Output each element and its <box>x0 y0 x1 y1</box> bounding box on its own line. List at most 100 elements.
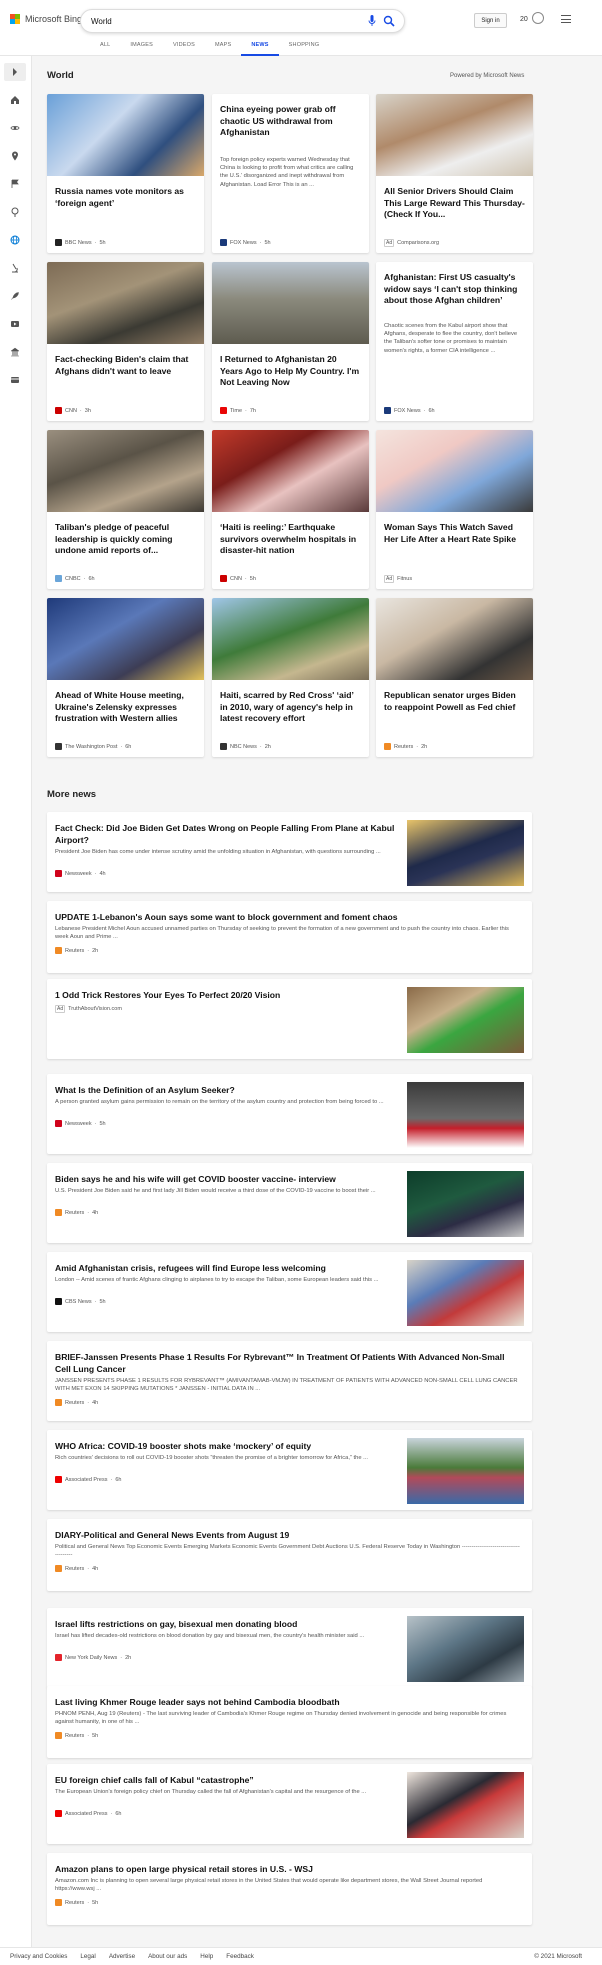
news-item-source[interactable]: New York Daily News · 2h <box>55 1654 131 1661</box>
tab-shopping[interactable]: SHOPPING <box>279 38 330 56</box>
news-card[interactable]: Afghanistan: First US casualty's widow s… <box>376 262 533 421</box>
news-item-title[interactable]: Amid Afghanistan crisis, refugees will f… <box>55 1262 400 1274</box>
news-card-title[interactable]: Ahead of White House meeting, Ukraine's … <box>55 690 196 725</box>
news-item-source[interactable]: Reuters · 4h <box>55 1565 98 1572</box>
flag-icon[interactable] <box>8 177 22 191</box>
news-card-title[interactable]: Woman Says This Watch Saved Her Life Aft… <box>384 522 525 545</box>
news-list-item[interactable]: DIARY-Political and General News Events … <box>47 1519 532 1591</box>
news-item-source[interactable]: Newsweek · 5h <box>55 1120 106 1127</box>
news-item-source[interactable]: CBS News · 5h <box>55 1298 106 1305</box>
search-icon[interactable] <box>383 15 395 27</box>
news-item-title[interactable]: BRIEF-Janssen Presents Phase 1 Results F… <box>55 1351 520 1375</box>
news-card-image[interactable] <box>47 94 204 176</box>
news-card-source[interactable]: CNN · 3h <box>55 407 91 414</box>
news-card-title[interactable]: Afghanistan: First US casualty's widow s… <box>384 272 525 307</box>
news-item-title[interactable]: Biden says he and his wife will get COVI… <box>55 1173 400 1185</box>
news-card[interactable]: Russia names vote monitors as ‘foreign a… <box>47 94 204 253</box>
news-item-title[interactable]: What Is the Definition of an Asylum Seek… <box>55 1084 400 1096</box>
map-pin-icon[interactable] <box>8 205 22 219</box>
news-item-image[interactable] <box>407 987 524 1053</box>
news-item-title[interactable]: Last living Khmer Rouge leader says not … <box>55 1696 520 1708</box>
sign-in-button[interactable]: Sign in <box>474 13 507 28</box>
tab-images[interactable]: IMAGES <box>120 38 163 56</box>
news-item-title[interactable]: Israel lifts restrictions on gay, bisexu… <box>55 1618 400 1630</box>
news-card-source[interactable]: Reuters · 2h <box>384 743 427 750</box>
footer-link-feedback[interactable]: Feedback <box>226 1953 254 1960</box>
news-card[interactable]: Haiti, scarred by Red Cross' ‘aid’ in 20… <box>212 598 369 757</box>
bing-logo[interactable]: Microsoft Bing <box>10 14 82 24</box>
news-card-image[interactable] <box>47 262 204 344</box>
news-item-source[interactable]: Reuters · 4h <box>55 1209 98 1216</box>
news-card[interactable]: China eyeing power grab off chaotic US w… <box>212 94 369 253</box>
news-card-source[interactable]: CNBC · 6h <box>55 575 95 582</box>
news-item-title[interactable]: 1 Odd Trick Restores Your Eyes To Perfec… <box>55 989 400 1001</box>
footer-link-advertise[interactable]: Advertise <box>109 1953 135 1960</box>
news-card-source[interactable]: CNN · 5h <box>220 575 256 582</box>
news-list-item[interactable]: Amazon plans to open large physical reta… <box>47 1853 532 1925</box>
news-item-source[interactable]: Associated Press · 6h <box>55 1810 121 1817</box>
news-list-item[interactable]: Biden says he and his wife will get COVI… <box>47 1163 532 1243</box>
microscope-icon[interactable] <box>8 261 22 275</box>
science-icon[interactable] <box>8 121 22 135</box>
news-card[interactable]: Republican senator urges Biden to reappo… <box>376 598 533 757</box>
news-card-image[interactable] <box>212 598 369 680</box>
news-item-image[interactable] <box>407 1772 524 1838</box>
news-item-image[interactable] <box>407 820 524 886</box>
video-icon[interactable] <box>8 317 22 331</box>
rocket-icon[interactable] <box>8 289 22 303</box>
news-item-title[interactable]: Fact Check: Did Joe Biden Get Dates Wron… <box>55 822 400 846</box>
news-card[interactable]: ‘Haiti is reeling:’ Earthquake survivors… <box>212 430 369 589</box>
microphone-icon[interactable] <box>368 15 376 27</box>
news-card[interactable]: Fact-checking Biden's claim that Afghans… <box>47 262 204 421</box>
footer-link-privacy-and-cookies[interactable]: Privacy and Cookies <box>10 1953 67 1960</box>
menu-icon[interactable] <box>561 15 571 23</box>
news-item-image[interactable] <box>407 1171 524 1237</box>
footer-link-legal[interactable]: Legal <box>80 1953 95 1960</box>
news-item-title[interactable]: WHO Africa: COVID-19 booster shots make … <box>55 1440 400 1452</box>
news-card-source[interactable]: Ad Comparisons.org <box>384 239 439 247</box>
news-card-title[interactable]: Republican senator urges Biden to reappo… <box>384 690 525 713</box>
location-pin-icon[interactable] <box>8 149 22 163</box>
news-item-source[interactable]: Ad TruthAboutVision.com <box>55 1005 122 1013</box>
news-list-item[interactable]: What Is the Definition of an Asylum Seek… <box>47 1074 532 1154</box>
news-card[interactable]: Ahead of White House meeting, Ukraine's … <box>47 598 204 757</box>
news-card-image[interactable] <box>376 430 533 512</box>
news-card-image[interactable] <box>47 598 204 680</box>
home-icon[interactable] <box>8 93 22 107</box>
tab-maps[interactable]: MAPS <box>205 38 241 56</box>
news-item-title[interactable]: EU foreign chief calls fall of Kabul “ca… <box>55 1774 400 1786</box>
news-item-image[interactable] <box>407 1260 524 1326</box>
news-card[interactable]: I Returned to Afghanistan 20 Years Ago t… <box>212 262 369 421</box>
news-list-item[interactable]: UPDATE 1-Lebanon's Aoun says some want t… <box>47 901 532 973</box>
footer-link-about-our-ads[interactable]: About our ads <box>148 1953 187 1960</box>
news-card-source[interactable]: Ad Fitnus <box>384 575 412 583</box>
news-item-title[interactable]: Amazon plans to open large physical reta… <box>55 1863 520 1875</box>
rewards-count[interactable]: 20 <box>520 16 528 23</box>
tab-all[interactable]: ALL <box>90 38 120 56</box>
search-input[interactable] <box>91 14 341 29</box>
news-card-image[interactable] <box>212 430 369 512</box>
news-card-image[interactable] <box>376 94 533 176</box>
news-card-title[interactable]: Fact-checking Biden's claim that Afghans… <box>55 354 196 377</box>
building-icon[interactable] <box>8 345 22 359</box>
globe-icon[interactable] <box>8 233 22 247</box>
news-card-image[interactable] <box>47 430 204 512</box>
news-card-title[interactable]: Taliban's pledge of peaceful leadership … <box>55 522 196 557</box>
news-list-item[interactable]: Fact Check: Did Joe Biden Get Dates Wron… <box>47 812 532 892</box>
news-item-image[interactable] <box>407 1438 524 1504</box>
news-card-source[interactable]: NBC News · 2h <box>220 743 271 750</box>
news-item-source[interactable]: Reuters · 5h <box>55 1732 98 1739</box>
news-list-item[interactable]: Amid Afghanistan crisis, refugees will f… <box>47 1252 532 1332</box>
news-list-item[interactable]: 1 Odd Trick Restores Your Eyes To Perfec… <box>47 979 532 1059</box>
news-item-source[interactable]: Reuters · 2h <box>55 947 98 954</box>
news-list-item[interactable]: Israel lifts restrictions on gay, bisexu… <box>47 1608 532 1688</box>
news-list-item[interactable]: WHO Africa: COVID-19 booster shots make … <box>47 1430 532 1510</box>
news-card-source[interactable]: FOX News · 5h <box>220 239 271 246</box>
news-card-source[interactable]: Time · 7h <box>220 407 256 414</box>
news-item-source[interactable]: Reuters · 5h <box>55 1899 98 1906</box>
rewards-trophy-icon[interactable] <box>532 12 544 24</box>
expand-sidebar-button[interactable] <box>4 63 26 81</box>
news-card-image[interactable] <box>212 262 369 344</box>
news-list-item[interactable]: Last living Khmer Rouge leader says not … <box>47 1686 532 1758</box>
tab-news[interactable]: NEWS <box>241 38 279 56</box>
